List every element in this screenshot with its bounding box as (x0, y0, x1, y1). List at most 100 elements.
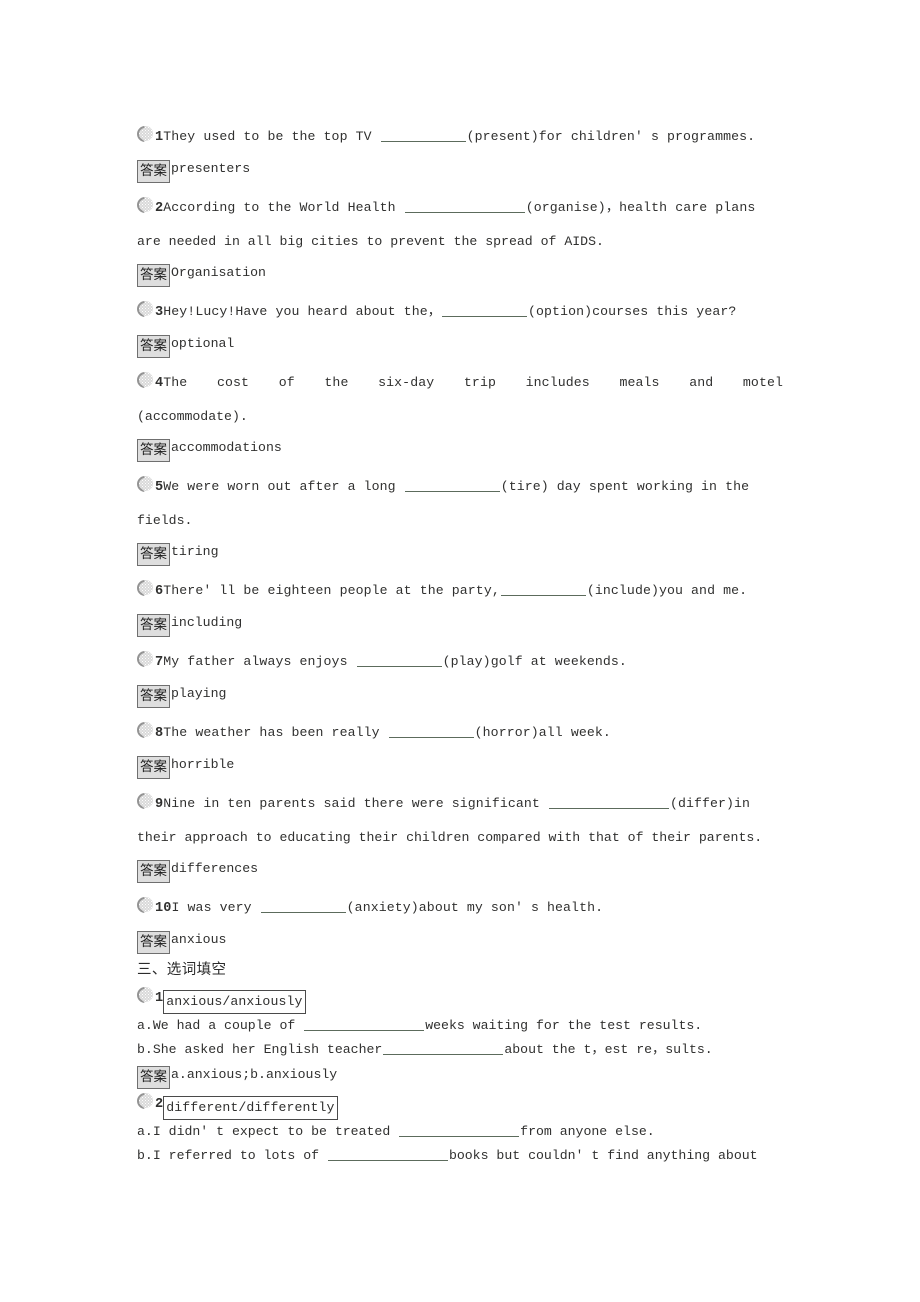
answer-text: a.anxious;b.anxiously (171, 1067, 338, 1082)
question-continuation: fields. (137, 513, 193, 528)
bullet-marker-icon (137, 372, 154, 389)
answer-text: presenters (171, 161, 251, 176)
question-number: 5 (155, 480, 164, 495)
answer-text: tiring (171, 544, 219, 559)
question-post-text: (tire) day spent working in the (500, 479, 750, 494)
answer-label: 答案 (137, 1066, 170, 1089)
question-text-9: 9Nine in ten parents said there were sig… (137, 787, 783, 821)
answer-text: optional (171, 336, 235, 351)
question-number: 10 (155, 901, 172, 916)
question-block-9: 9Nine in ten parents said there were sig… (137, 787, 783, 884)
bullet-marker-icon (137, 476, 154, 493)
answer-label: 答案 (137, 756, 170, 779)
bullet-marker-icon (137, 897, 154, 914)
word-choice-block-1: 1 anxious/anxiously a.We had a couple of … (137, 983, 783, 1089)
fill-in-blank[interactable] (356, 653, 442, 667)
answer-line-1: 答案 presenters (137, 154, 783, 184)
question-pre-text: Nine in ten parents said there were sign… (163, 796, 548, 811)
answer-label: 答案 (137, 614, 170, 637)
question-text-10: 10I was very (anxiety)about my son' s he… (137, 891, 783, 925)
sentence-pre-text: a.I didn' t expect to be treated (137, 1124, 399, 1139)
answer-label: 答案 (137, 439, 170, 462)
question-text-3: 3Hey!Lucy!Have you heard about the， (opti… (137, 295, 783, 329)
question-continuation: are needed in all big cities to prevent … (137, 234, 604, 249)
fill-in-blank[interactable] (399, 1123, 520, 1137)
question-pre-text: They used to be the top TV (163, 129, 380, 144)
answer-label: 答案 (137, 264, 170, 287)
question-pre-text: Hey!Lucy!Have you heard about the， (163, 304, 442, 319)
question-number: 4 (155, 376, 164, 391)
answer-line-wc-1: 答案 a.anxious;b.anxiously (137, 1062, 783, 1089)
answer-label: 答案 (137, 543, 170, 566)
question-text-7: 7My father always enjoys (play)golf at w… (137, 645, 783, 679)
question-post-text: (option)courses this year? (528, 304, 737, 319)
justified-words-4: 4The cost of the six-day trip includes meals and… (137, 366, 783, 400)
sentence-pre-text: a.We had a couple of (137, 1018, 304, 1033)
question-post-text: (include)you and me. (586, 583, 748, 598)
answer-line-4: 答案 accommodations (137, 433, 783, 463)
bullet-marker-icon (137, 580, 154, 597)
question-text-1: 1They used to be the top TV (present)for… (137, 120, 783, 154)
question-number: 7 (155, 655, 164, 670)
answer-text: accommodations (171, 440, 282, 455)
bullet-marker-icon (137, 197, 154, 214)
fill-in-blank[interactable] (500, 582, 586, 596)
word-choice-sentence-b-1: b.She asked her English teacher about the… (137, 1038, 783, 1062)
fill-in-blank[interactable] (404, 199, 525, 213)
question-post-text: (anxiety)about my son' s health. (346, 900, 604, 915)
fill-in-blank[interactable] (383, 1041, 504, 1055)
fill-in-blank[interactable] (327, 1147, 448, 1161)
sentence-post-text: about the t，est re，sults. (504, 1042, 713, 1057)
answer-text: playing (171, 686, 227, 701)
question-number: 2 (155, 1097, 164, 1112)
answer-text: including (171, 615, 243, 630)
question-text-4: 4The cost of the six-day trip includes meals and… (137, 366, 783, 400)
section-heading: 三、选词填空 (137, 962, 227, 978)
question-number: 9 (155, 797, 164, 812)
word-choice-sentence-a-2: a.I didn' t expect to be treated from an… (137, 1120, 783, 1144)
word: meals (619, 375, 660, 390)
question-post-text: (organise)，health care plans (525, 200, 756, 215)
question-post-text: (horror)all week. (474, 725, 611, 740)
question-block-4: 4The cost of the six-day trip includes meals and… (137, 366, 783, 463)
bullet-marker-icon (137, 722, 154, 739)
bullet-marker-icon (137, 301, 154, 318)
word-choice-block-2: 2 different/differently a.I didn' t expec… (137, 1089, 783, 1168)
word-pair-box: anxious/anxiously (163, 990, 306, 1014)
answer-text: differences (171, 861, 259, 876)
question-block-8: 8The weather has been really (horror)all… (137, 716, 783, 780)
question-block-5: 5We were worn out after a long (tire) da… (137, 470, 783, 567)
word-choice-sentence-a-1: a.We had a couple of weeks waiting for t… (137, 1014, 783, 1038)
question-text-5: 5We were worn out after a long (tire) da… (137, 470, 783, 504)
word: of (278, 375, 295, 390)
word-pair-box: different/differently (163, 1096, 338, 1120)
question-number: 1 (155, 991, 164, 1006)
answer-text: Organisation (171, 265, 266, 280)
word-choice-header-1: 1 anxious/anxiously (137, 983, 783, 1014)
word: The (163, 375, 188, 390)
question-pre-text: I was very (171, 900, 260, 915)
fill-in-blank[interactable] (442, 303, 528, 317)
fill-in-blank[interactable] (380, 128, 466, 142)
fill-in-blank[interactable] (260, 899, 346, 913)
word: cost (216, 375, 250, 390)
fill-in-blank[interactable] (388, 724, 474, 738)
answer-line-2: 答案 Organisation (137, 258, 783, 288)
answer-line-5: 答案 tiring (137, 537, 783, 567)
answer-label: 答案 (137, 685, 170, 708)
fill-in-blank[interactable] (304, 1017, 425, 1031)
sentence-pre-text: b.She asked her English teacher (137, 1042, 383, 1057)
answer-label: 答案 (137, 335, 170, 358)
fill-in-blank[interactable] (548, 795, 669, 809)
question-post-text: (present)for children' s programmes. (466, 129, 756, 144)
fill-in-blank[interactable] (404, 478, 500, 492)
question-block-6: 6There' ll be eighteen people at the par… (137, 574, 783, 638)
question-post-text: (differ)in (669, 796, 751, 811)
sentence-post-text: books but couldn' t find anything about (448, 1148, 758, 1163)
question-number: 1 (155, 130, 164, 145)
word: trip (463, 375, 496, 390)
word: and (689, 375, 714, 390)
bullet-marker-icon (137, 793, 154, 810)
question-continuation: (accommodate). (137, 409, 248, 424)
word: the (324, 375, 349, 390)
